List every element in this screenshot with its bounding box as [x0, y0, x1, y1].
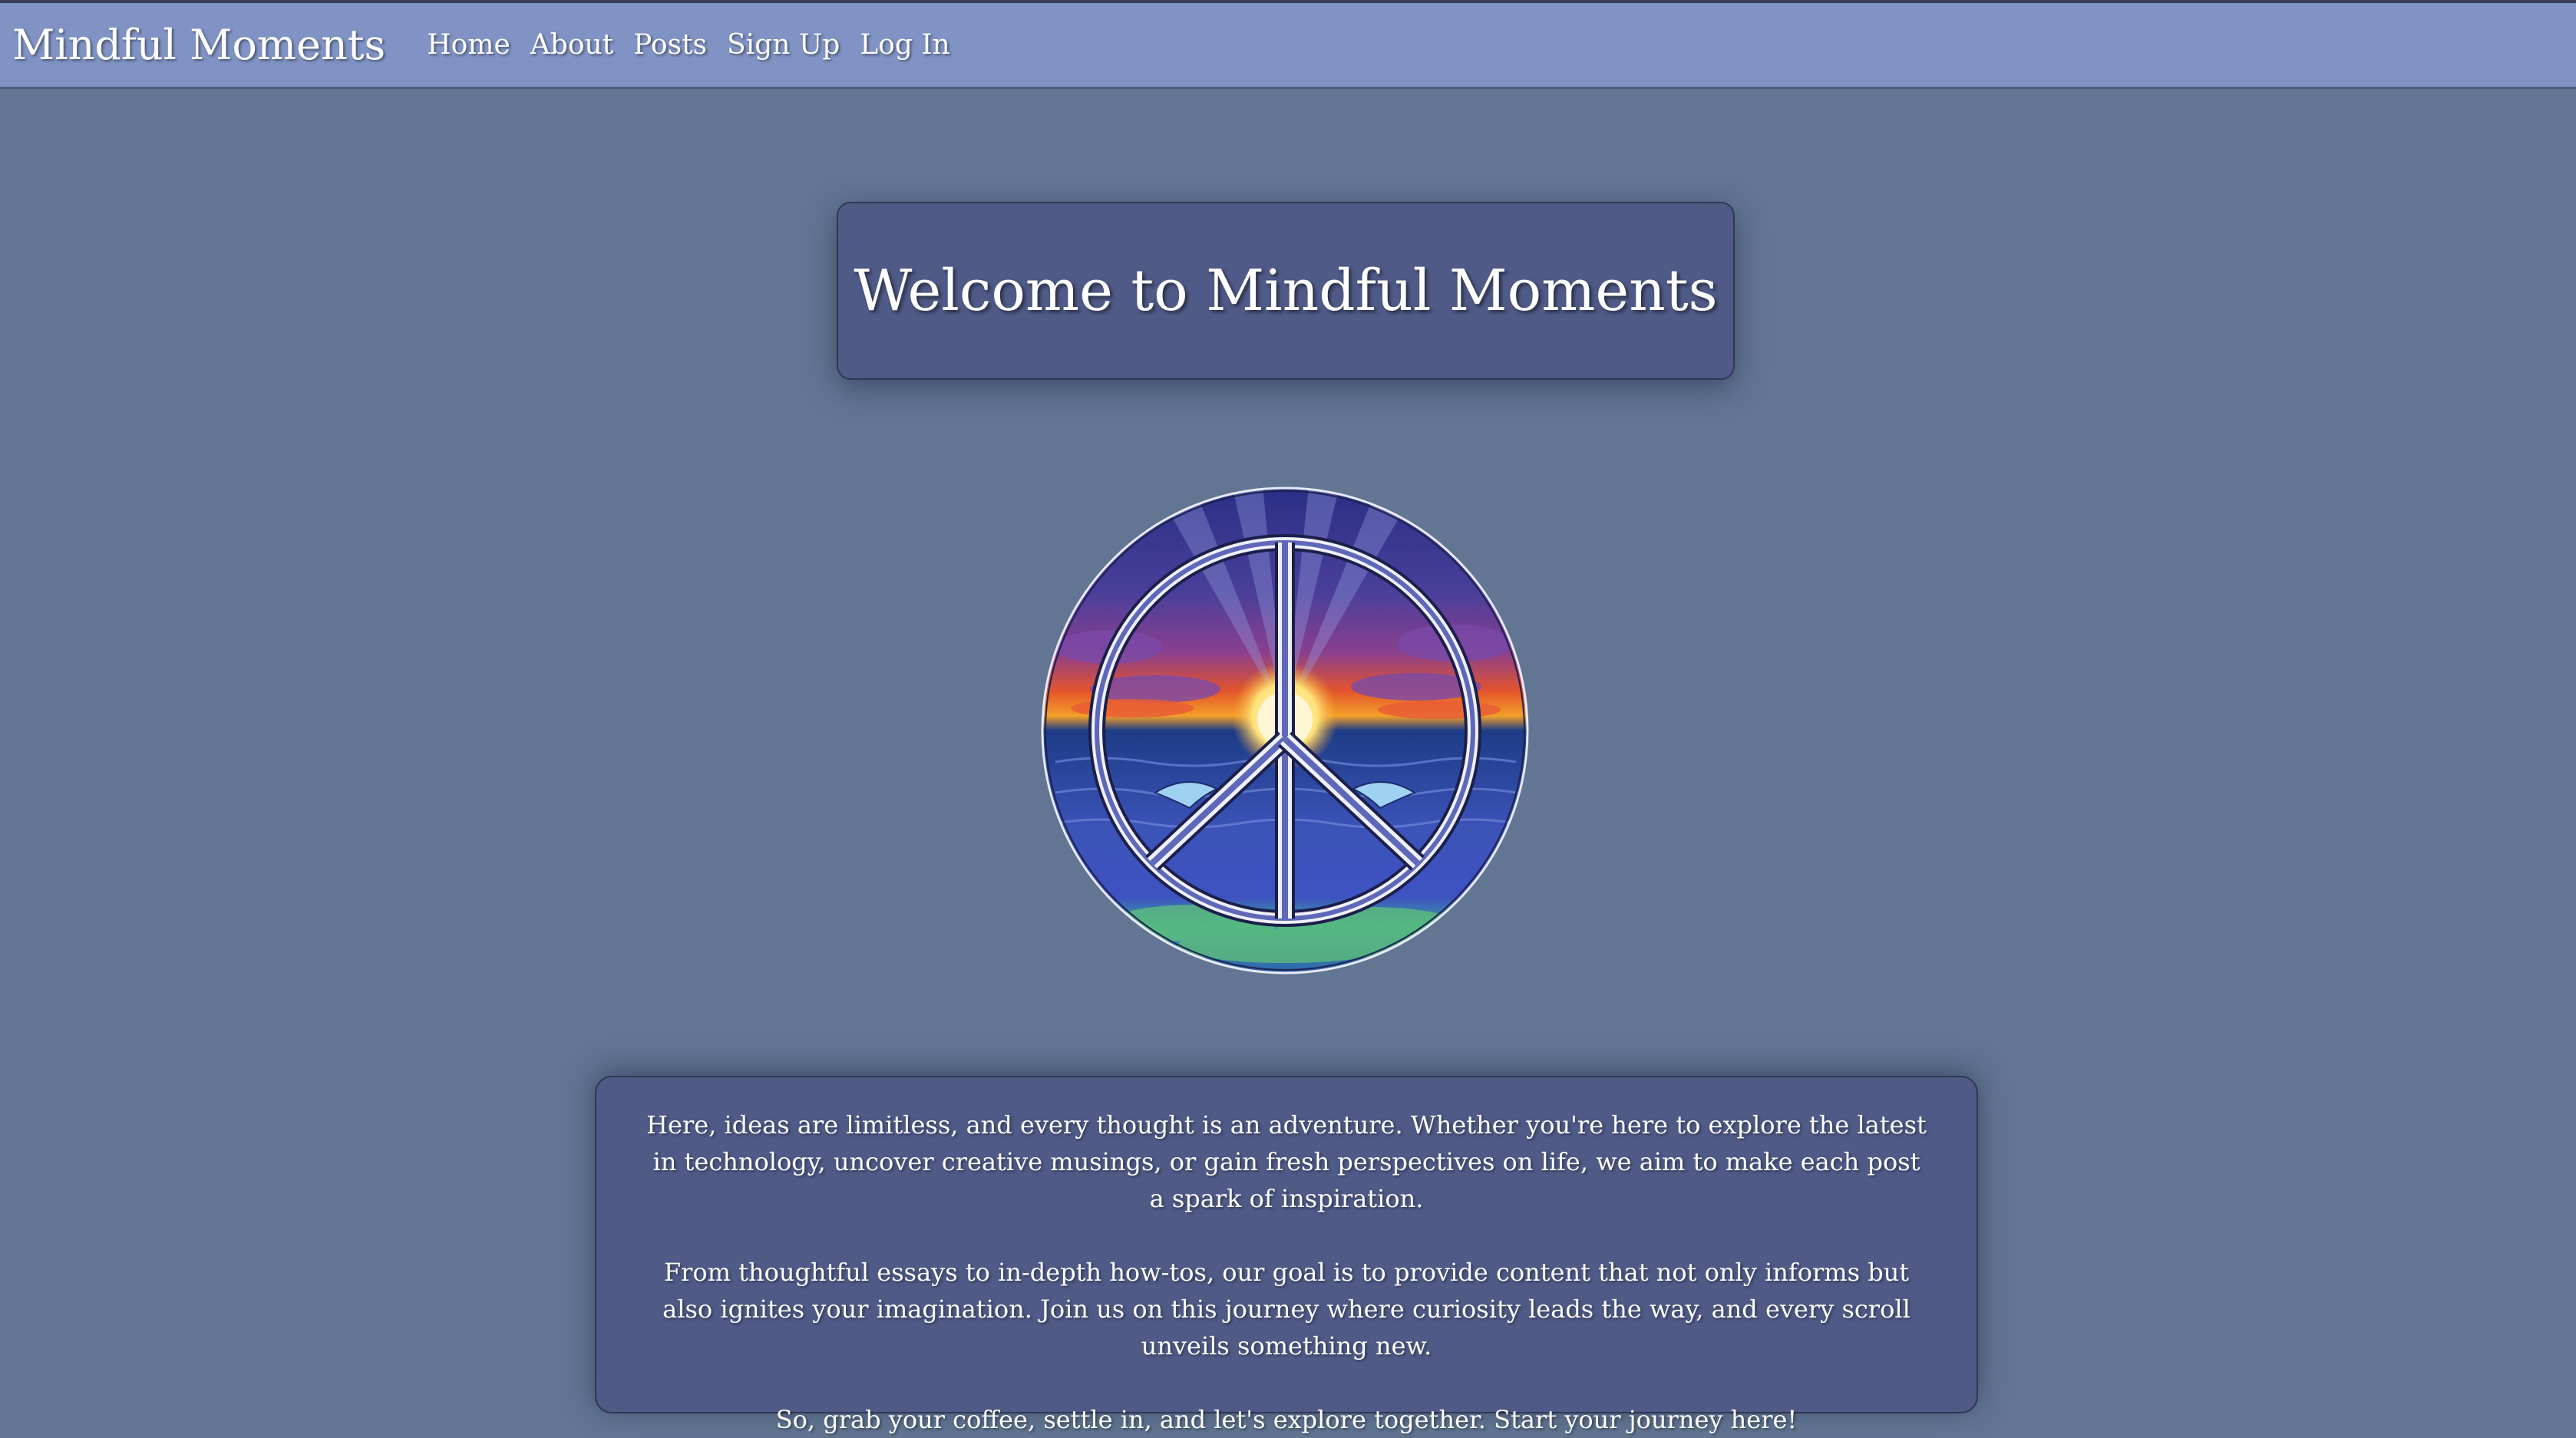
navbar: Mindful Moments Home About Posts Sign Up…: [0, 3, 2576, 89]
hero-card: Welcome to Mindful Moments: [837, 202, 1735, 380]
nav-link-sign-up[interactable]: Sign Up: [727, 29, 840, 61]
page-title: Welcome to Mindful Moments: [854, 258, 1718, 324]
peace-sign-image: [1040, 486, 1530, 975]
nav-link-about[interactable]: About: [530, 29, 613, 61]
peace-sign-icon: [1041, 486, 1529, 975]
nav-link-home[interactable]: Home: [427, 29, 510, 61]
intro-paragraph: So, grab your coffee, settle in, and let…: [775, 1405, 1798, 1434]
intro-card: Here, ideas are limitless, and every tho…: [595, 1076, 1978, 1434]
intro-paragraph: Here, ideas are limitless, and every tho…: [646, 1110, 1927, 1213]
intro-paragraph: From thoughtful essays to in-depth how-t…: [662, 1258, 1911, 1360]
nav-link-log-in[interactable]: Log In: [860, 29, 949, 61]
site-brand[interactable]: Mindful Moments: [12, 21, 385, 69]
nav-link-posts[interactable]: Posts: [633, 29, 707, 61]
